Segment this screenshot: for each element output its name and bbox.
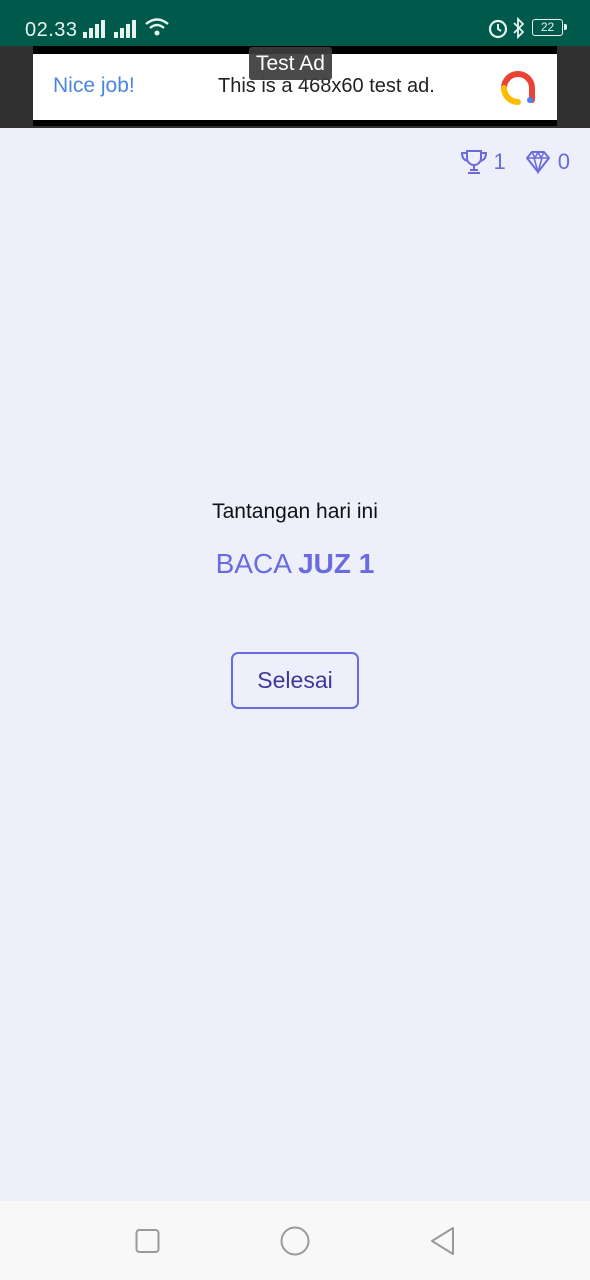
signal-icon <box>83 20 105 38</box>
diamond-icon <box>525 150 550 175</box>
done-button[interactable]: Selesai <box>231 652 359 709</box>
home-icon[interactable] <box>279 1225 311 1257</box>
battery-icon: 22 <box>532 19 567 36</box>
status-bar: 02.33 22 <box>0 0 590 46</box>
task-target: JUZ 1 <box>298 548 375 579</box>
app-screen: 02.33 22 Nice job! This is a 468x60 test… <box>0 0 590 1280</box>
admob-logo-icon[interactable] <box>500 70 536 106</box>
wifi-icon <box>145 18 169 36</box>
system-nav-bar <box>0 1201 590 1280</box>
challenge-title: Tantangan hari ini <box>212 500 378 523</box>
test-ad-badge: Test Ad <box>249 47 332 80</box>
task-prefix: BACA <box>215 548 291 579</box>
trophy-icon <box>460 150 487 174</box>
challenge-task: BACA JUZ 1 <box>0 548 590 580</box>
recent-apps-icon[interactable] <box>135 1225 161 1257</box>
clock: 02.33 <box>25 19 78 41</box>
back-icon[interactable] <box>429 1225 457 1257</box>
signal-icon <box>114 20 136 38</box>
bluetooth-icon <box>513 17 525 39</box>
ad-headline[interactable]: Nice job! <box>53 74 135 98</box>
ad-container: Nice job! This is a 468x60 test ad. Test… <box>0 46 590 128</box>
score-counters: 1 0 <box>460 148 570 176</box>
trophy-count: 1 <box>493 149 506 174</box>
diamond-count: 0 <box>557 149 570 174</box>
alarm-icon <box>488 19 508 39</box>
